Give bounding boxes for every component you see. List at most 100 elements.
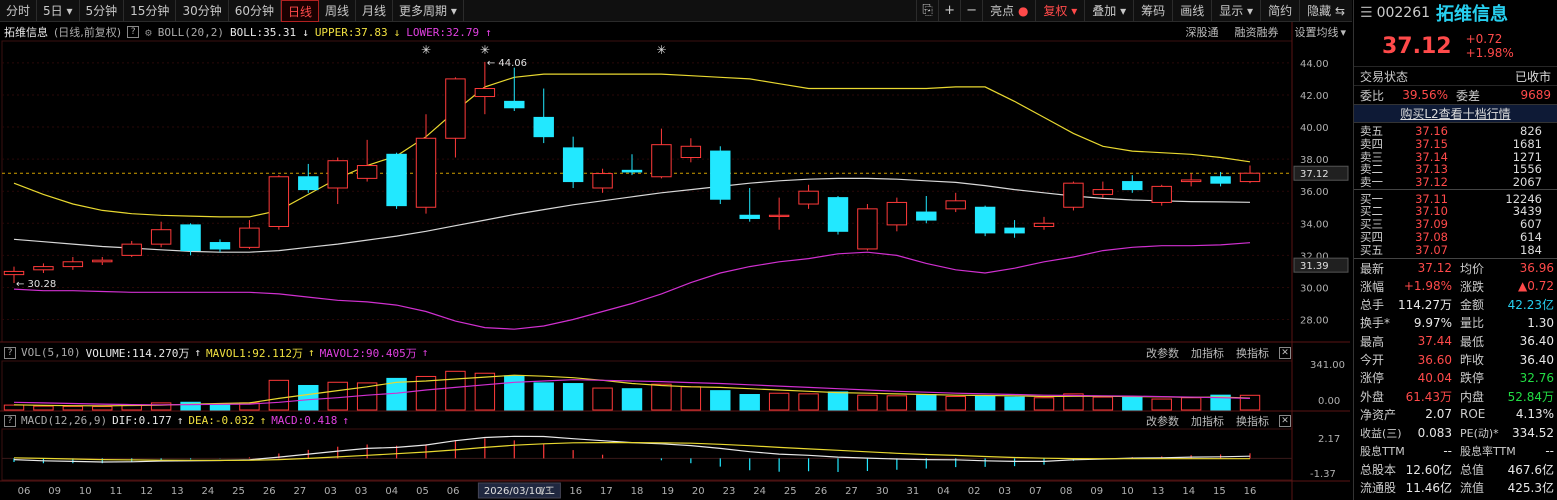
trade-status-row: 交易状态 已收市 xyxy=(1354,66,1557,85)
stat-value: 52.84万 xyxy=(1507,389,1554,404)
change-percent: +1.98% xyxy=(1465,46,1514,60)
volume-bar xyxy=(592,387,613,411)
x-tick-label: 31 xyxy=(906,486,919,497)
x-tick-label: 03 xyxy=(324,486,337,497)
volume-bar xyxy=(1033,397,1055,411)
candle-body xyxy=(474,88,496,98)
ask-book: 卖五 37.16 826 卖四 37.15 1681 卖三 37.14 1271 卖二 37.13 1… xyxy=(1354,123,1557,189)
x-tick-label: 10 xyxy=(1121,486,1134,497)
volume-bar xyxy=(916,394,937,411)
price-row: 37.12 +0.72 +1.98% xyxy=(1354,26,1557,66)
stat-label: 最低 xyxy=(1460,334,1485,349)
stat-value: 467.6亿 xyxy=(1507,462,1554,477)
stat-value: 9.97% xyxy=(1413,315,1452,330)
candle-body xyxy=(592,173,613,189)
stat-label: 涨停 xyxy=(1360,371,1385,386)
l2-upgrade-link[interactable]: 购买L2查看十档行情 xyxy=(1354,104,1557,123)
x-tick-label: 26 xyxy=(815,486,828,497)
candle-body xyxy=(1151,185,1172,203)
macd-tick-label: 2.17 xyxy=(1318,434,1340,445)
stat-row: 收益(三) 0.083 PE(动)* 334.52 xyxy=(1354,424,1557,442)
candle-body xyxy=(209,242,231,250)
stat-label: 今开 xyxy=(1360,353,1385,367)
stat-label: 外盘 xyxy=(1360,389,1385,404)
x-tick-label: 24 xyxy=(753,486,766,497)
stat-value: 114.27万 xyxy=(1398,298,1452,313)
stat-label: 股息TTM xyxy=(1360,444,1405,458)
stat-row: 总股本 12.60亿 总值 467.6亿 xyxy=(1354,460,1557,478)
stat-row: 股息TTM -- 股息率TTM -- xyxy=(1354,442,1557,460)
stat-value: 36.40 xyxy=(1519,352,1554,367)
volume-bar xyxy=(827,391,849,411)
stat-row: 涨停 40.04 跌停 32.76 xyxy=(1354,369,1557,387)
quote-header: ☰ 002261 拓维信息 xyxy=(1354,0,1557,26)
x-tick-label: 13 xyxy=(539,486,552,497)
x-tick-label: 02 xyxy=(968,486,981,497)
volume-bar xyxy=(268,379,290,411)
x-tick-label: 16 xyxy=(569,486,582,497)
candle-body xyxy=(798,190,819,205)
candle-body xyxy=(121,243,142,256)
volume-bar xyxy=(1092,396,1114,411)
stat-value: 36.60 xyxy=(1417,352,1452,367)
quote-panel: ☰ 002261 拓维信息 37.12 +0.72 +1.98% 交易状态 已收… xyxy=(1353,0,1557,500)
volume-bar xyxy=(680,386,702,411)
stat-value: 1.30 xyxy=(1527,315,1554,330)
stat-value: 37.12 xyxy=(1417,261,1452,276)
price-tick-label: 42.00 xyxy=(1300,91,1329,102)
menu-icon[interactable]: ☰ xyxy=(1360,5,1373,21)
current-price-label: 37.12 xyxy=(1300,169,1329,180)
x-tick-label: 25 xyxy=(232,486,245,497)
stat-label: 流值 xyxy=(1460,481,1485,496)
stat-label: ROE xyxy=(1460,407,1486,422)
webi-label: 委比 xyxy=(1360,88,1385,103)
x-tick-label: 07 xyxy=(1029,486,1042,497)
volume-bar xyxy=(1180,397,1202,411)
stat-value: 0.083 xyxy=(1417,425,1452,440)
macd-pane-frame xyxy=(1,428,1293,481)
stat-label: 内盘 xyxy=(1460,389,1485,404)
event-star-icon: ✳ xyxy=(656,43,666,57)
bid-book: 买一 37.11 12246 买二 37.10 3439 买三 37.09 607 买四 37.08… xyxy=(1354,190,1557,257)
x-tick-label: 09 xyxy=(1090,486,1103,497)
candle-body xyxy=(92,259,113,263)
volume-bar xyxy=(562,383,584,411)
candle-body xyxy=(827,197,849,232)
price-tick-label: 40.00 xyxy=(1300,123,1329,134)
event-star-icon: ✳ xyxy=(480,43,490,57)
stat-label: 股息率TTM xyxy=(1460,444,1516,458)
x-tick-label: 04 xyxy=(937,486,950,497)
x-tick-label: 14 xyxy=(1182,486,1195,497)
stat-label: 总手 xyxy=(1360,298,1385,313)
volume-bar xyxy=(974,395,996,411)
candle-body xyxy=(533,116,554,138)
stat-value: 12.60亿 xyxy=(1405,462,1452,477)
x-tick-label: 20 xyxy=(692,486,705,497)
volume-bar xyxy=(445,370,466,411)
stat-value: 37.44 xyxy=(1417,334,1452,349)
candle-body xyxy=(268,176,290,227)
stats-table: 最新 37.12 均价 36.96 涨幅 +1.98% 涨跌 ▲0.72 总手 114.27万 金额… xyxy=(1354,259,1557,497)
x-tick-label: 12 xyxy=(140,486,153,497)
stat-label: 最高 xyxy=(1360,334,1385,349)
price-tick-label: 28.00 xyxy=(1300,316,1329,327)
macd-tick-label: -1.37 xyxy=(1310,469,1336,480)
stat-row: 今开 36.60 昨收 36.40 xyxy=(1354,350,1557,368)
price-tick-label: 34.00 xyxy=(1300,219,1329,230)
vol-tick-label: 341.00 xyxy=(1310,360,1345,371)
price-tick-label: 36.00 xyxy=(1300,187,1329,198)
ask-row: 卖一 37.12 2067 xyxy=(1354,175,1557,189)
x-tick-label: 13 xyxy=(1152,486,1165,497)
candle-body xyxy=(710,150,731,200)
candle-body xyxy=(180,224,201,252)
kline-chart[interactable]: 28.0030.0032.0034.0036.0038.0040.0042.00… xyxy=(0,0,1352,500)
x-tick-label: 19 xyxy=(661,486,674,497)
candle-body xyxy=(739,214,760,219)
event-star-icon: ✳ xyxy=(421,43,431,57)
candle-body xyxy=(3,270,25,276)
price-tick-label: 38.00 xyxy=(1300,155,1329,166)
volume-bar xyxy=(150,402,172,411)
x-tick-label: 13 xyxy=(171,486,184,497)
volume-bar xyxy=(1151,398,1172,411)
candle-body xyxy=(1033,222,1055,227)
